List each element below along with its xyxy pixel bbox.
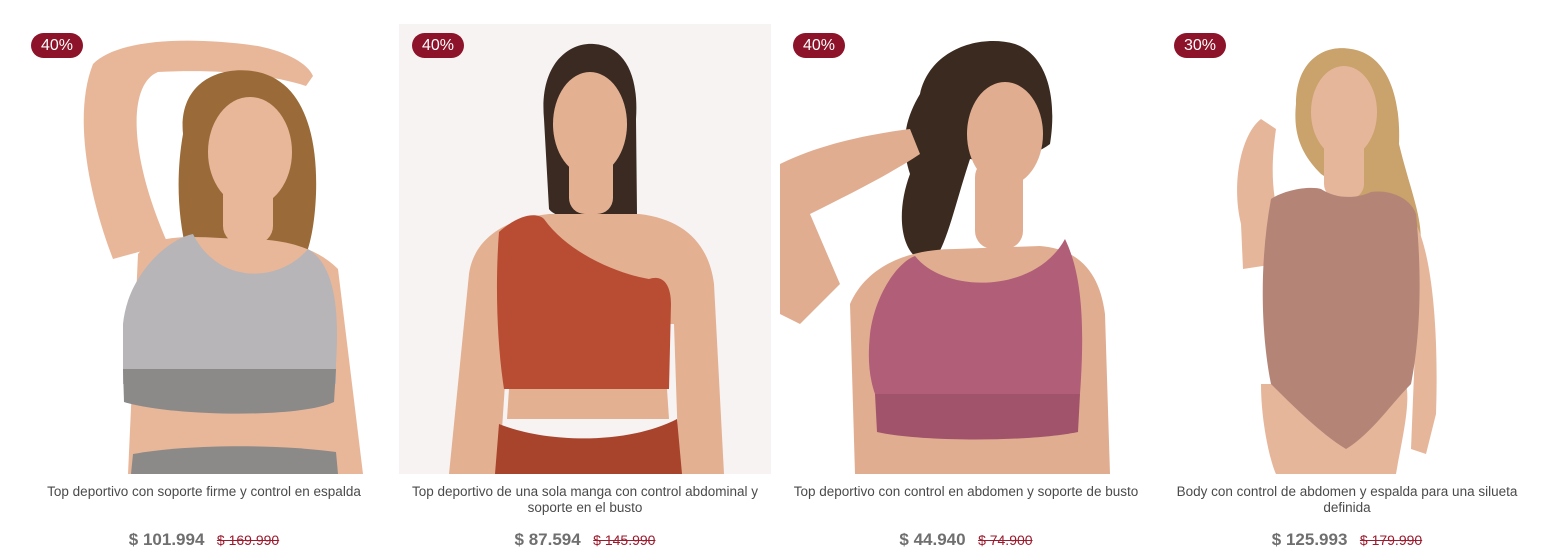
face-shape: [967, 82, 1043, 186]
price-row: $ 125.993 $ 179.990: [1161, 530, 1533, 550]
product-name[interactable]: Body con control de abdomen y espalda pa…: [1165, 484, 1529, 516]
discount-badge: 40%: [412, 33, 465, 58]
midriff-shape: [507, 389, 669, 419]
price-row: $ 101.994 $ 169.990: [18, 530, 390, 550]
product-grid: 40% Top deportivo con soporte firme y co…: [18, 24, 1548, 560]
face-shape: [208, 97, 292, 207]
product-name[interactable]: Top deportivo de una sola manga con cont…: [403, 484, 767, 516]
product-image[interactable]: 30%: [1161, 24, 1533, 474]
original-price: $ 169.990: [216, 532, 280, 548]
discount-badge: 40%: [31, 33, 84, 58]
price-row: $ 44.940 $ 74.900: [780, 530, 1152, 550]
product-card[interactable]: 40% Top deportivo con soporte firme y co…: [18, 24, 390, 560]
discount-badge: 40%: [793, 33, 846, 58]
current-price: $ 125.993: [1271, 530, 1348, 549]
product-photo[interactable]: [1161, 24, 1533, 474]
price-row: $ 87.594 $ 145.990: [399, 530, 771, 550]
band-shape: [123, 369, 336, 414]
face-shape: [1311, 66, 1377, 158]
leggings-shape: [495, 419, 682, 474]
current-price: $ 44.940: [899, 530, 966, 549]
band-shape: [875, 394, 1080, 440]
product-image[interactable]: 40%: [780, 24, 1152, 474]
product-name[interactable]: Top deportivo con control en abdomen y s…: [784, 484, 1148, 500]
product-image[interactable]: 40%: [18, 24, 390, 474]
product-card[interactable]: 40% Top deportivo con control en abdomen…: [780, 24, 1152, 560]
product-card[interactable]: 40% Top deportivo de una sola manga con …: [399, 24, 771, 560]
product-photo[interactable]: [18, 24, 390, 474]
product-photo[interactable]: [399, 24, 771, 474]
discount-badge: 30%: [1174, 33, 1227, 58]
product-photo[interactable]: [780, 24, 1152, 474]
current-price: $ 101.994: [128, 530, 205, 549]
original-price: $ 179.990: [1359, 532, 1423, 548]
product-name[interactable]: Top deportivo con soporte firme y contro…: [22, 484, 386, 500]
current-price: $ 87.594: [514, 530, 581, 549]
face-shape: [553, 72, 627, 176]
product-image[interactable]: 40%: [399, 24, 771, 474]
product-card[interactable]: 30% Body con control de abdomen y espald…: [1161, 24, 1533, 560]
leggings-shape: [131, 446, 338, 474]
original-price: $ 74.900: [978, 532, 1033, 548]
original-price: $ 145.990: [593, 532, 656, 548]
